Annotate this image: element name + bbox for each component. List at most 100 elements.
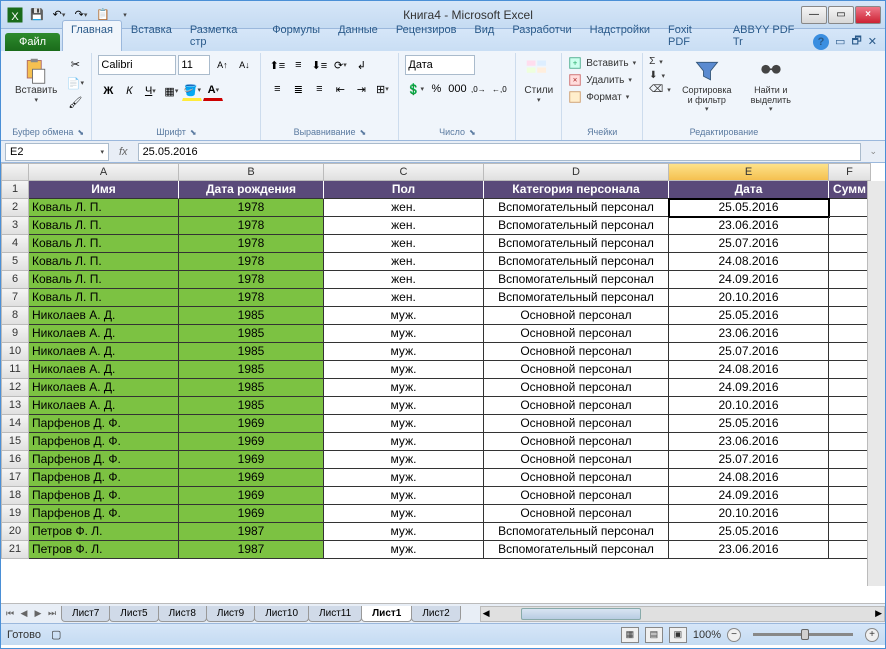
cell-C8[interactable]: муж.	[324, 307, 484, 325]
row-header-9[interactable]: 9	[1, 325, 29, 343]
cell-A12[interactable]: Николаев А. Д.	[29, 379, 179, 397]
cell-A11[interactable]: Николаев А. Д.	[29, 361, 179, 379]
sheet-tab-Лист1[interactable]: Лист1	[361, 606, 412, 622]
cell-F5[interactable]	[829, 253, 871, 271]
align-middle-icon[interactable]: ≡	[288, 55, 308, 75]
alignment-launcher-icon[interactable]: ⬊	[360, 128, 367, 137]
insert-cells-button[interactable]: +Вставить ▾	[568, 55, 636, 71]
zoom-level[interactable]: 100%	[693, 629, 721, 641]
currency-icon[interactable]: 💲▾	[405, 79, 425, 99]
cell-C5[interactable]: жен.	[324, 253, 484, 271]
cell-A9[interactable]: Николаев А. Д.	[29, 325, 179, 343]
sort-filter-button[interactable]: Сортировка и фильтр▾	[675, 55, 739, 115]
cell-A17[interactable]: Парфенов Д. Ф.	[29, 469, 179, 487]
cell-D12[interactable]: Основной персонал	[484, 379, 669, 397]
clear-icon[interactable]: ⌫ ▾	[649, 83, 671, 96]
maximize-button[interactable]: ▭	[828, 6, 854, 24]
cell-B11[interactable]: 1985	[179, 361, 324, 379]
row-header-15[interactable]: 15	[1, 433, 29, 451]
cell-B7[interactable]: 1978	[179, 289, 324, 307]
prev-sheet-icon[interactable]: ◀	[17, 608, 31, 619]
cell-A5[interactable]: Коваль Л. П.	[29, 253, 179, 271]
cell-B14[interactable]: 1969	[179, 415, 324, 433]
font-name-select[interactable]	[98, 55, 176, 75]
cell-C9[interactable]: муж.	[324, 325, 484, 343]
fill-icon[interactable]: ⬇ ▾	[649, 69, 671, 82]
cell-E12[interactable]: 24.09.2016	[669, 379, 829, 397]
zoom-in-button[interactable]: +	[865, 628, 879, 642]
cell-F12[interactable]	[829, 379, 871, 397]
sheet-tab-Лист7[interactable]: Лист7	[61, 606, 110, 622]
cell-C18[interactable]: муж.	[324, 487, 484, 505]
row-header-11[interactable]: 11	[1, 361, 29, 379]
cell-E20[interactable]: 25.05.2016	[669, 523, 829, 541]
cell-A6[interactable]: Коваль Л. П.	[29, 271, 179, 289]
cell-F6[interactable]	[829, 271, 871, 289]
zoom-slider[interactable]	[753, 633, 853, 636]
cell-D3[interactable]: Вспомогательный персонал	[484, 217, 669, 235]
wrap-text-icon[interactable]: ↲	[351, 55, 371, 75]
expand-formula-icon[interactable]: ⌄	[865, 146, 881, 157]
cell-B12[interactable]: 1985	[179, 379, 324, 397]
cell-C16[interactable]: муж.	[324, 451, 484, 469]
cell-F2[interactable]	[829, 199, 871, 217]
format-cells-button[interactable]: Формат ▾	[568, 89, 629, 105]
tab-формулы[interactable]: Формулы	[263, 20, 329, 51]
cell-E13[interactable]: 20.10.2016	[669, 397, 829, 415]
cell-A21[interactable]: Петров Ф. Л.	[29, 541, 179, 559]
excel-icon[interactable]: X	[5, 5, 25, 25]
copy-icon[interactable]: 📄▾	[65, 74, 85, 92]
decrease-font-icon[interactable]: A↓	[234, 55, 254, 75]
cell-B13[interactable]: 1985	[179, 397, 324, 415]
cell-D9[interactable]: Основной персонал	[484, 325, 669, 343]
cell-F9[interactable]	[829, 325, 871, 343]
align-right-icon[interactable]: ≡	[309, 79, 329, 99]
cell-B19[interactable]: 1969	[179, 505, 324, 523]
col-header-B[interactable]: B	[179, 163, 324, 181]
cell-B8[interactable]: 1985	[179, 307, 324, 325]
worksheet-grid[interactable]: ABCDEF1ИмяДата рожденияПолКатегория перс…	[1, 163, 885, 603]
restore-window-icon[interactable]: 🗗	[851, 32, 861, 51]
row-header-21[interactable]: 21	[1, 541, 29, 559]
row-header-8[interactable]: 8	[1, 307, 29, 325]
sheet-tab-Лист2[interactable]: Лист2	[411, 606, 460, 622]
cell-B4[interactable]: 1978	[179, 235, 324, 253]
header-cell[interactable]: Сумм	[829, 181, 871, 199]
cell-D10[interactable]: Основной персонал	[484, 343, 669, 361]
cell-B17[interactable]: 1969	[179, 469, 324, 487]
row-header-7[interactable]: 7	[1, 289, 29, 307]
increase-font-icon[interactable]: A↑	[212, 55, 232, 75]
header-cell[interactable]: Дата	[669, 181, 829, 199]
cell-A4[interactable]: Коваль Л. П.	[29, 235, 179, 253]
cell-D20[interactable]: Вспомогательный персонал	[484, 523, 669, 541]
align-top-icon[interactable]: ⬆≡	[267, 55, 287, 75]
cell-D2[interactable]: Вспомогательный персонал	[484, 199, 669, 217]
col-header-C[interactable]: C	[324, 163, 484, 181]
sheet-tab-Лист9[interactable]: Лист9	[206, 606, 255, 622]
row-header-17[interactable]: 17	[1, 469, 29, 487]
file-tab[interactable]: Файл	[5, 33, 60, 51]
col-header-F[interactable]: F	[829, 163, 871, 181]
cell-D13[interactable]: Основной персонал	[484, 397, 669, 415]
cell-F17[interactable]	[829, 469, 871, 487]
percent-icon[interactable]: %	[426, 79, 446, 99]
cell-C17[interactable]: муж.	[324, 469, 484, 487]
col-header-D[interactable]: D	[484, 163, 669, 181]
cell-E10[interactable]: 25.07.2016	[669, 343, 829, 361]
save-icon[interactable]: 💾	[27, 5, 47, 25]
header-cell[interactable]: Дата рождения	[179, 181, 324, 199]
tab-разметка стр[interactable]: Разметка стр	[181, 20, 263, 51]
cell-B5[interactable]: 1978	[179, 253, 324, 271]
bold-icon[interactable]: Ж	[98, 81, 118, 101]
cell-E6[interactable]: 24.09.2016	[669, 271, 829, 289]
sheet-tab-Лист8[interactable]: Лист8	[158, 606, 207, 622]
cell-A16[interactable]: Парфенов Д. Ф.	[29, 451, 179, 469]
cell-A13[interactable]: Николаев А. Д.	[29, 397, 179, 415]
delete-cells-button[interactable]: ×Удалить ▾	[568, 72, 632, 88]
cell-F21[interactable]	[829, 541, 871, 559]
cell-F3[interactable]	[829, 217, 871, 235]
orientation-icon[interactable]: ⟳▾	[330, 55, 350, 75]
cell-D19[interactable]: Основной персонал	[484, 505, 669, 523]
decrease-decimal-icon[interactable]: ←,0	[489, 79, 509, 99]
row-header-19[interactable]: 19	[1, 505, 29, 523]
